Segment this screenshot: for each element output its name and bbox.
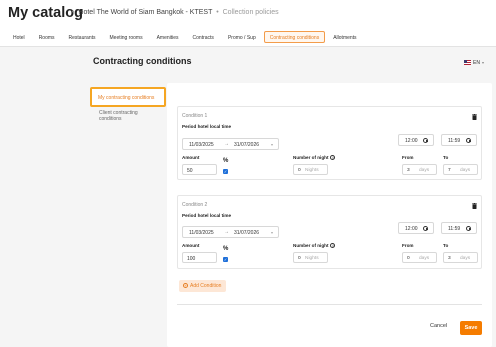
clock-icon (466, 138, 471, 143)
uk-flag-icon (464, 60, 471, 65)
nights-label-text: Number of night (293, 155, 329, 160)
plus-circle-icon: + (183, 283, 188, 289)
breadcrumb: • Hotel The World of Siam Bangkok - KTES… (70, 9, 279, 16)
from-value: 0 (407, 256, 410, 261)
period-label: Period hotel local time (182, 213, 232, 218)
amount-label: Amount (182, 155, 200, 160)
to-value: 7 (448, 168, 451, 173)
sidebar-item-client-conditions[interactable]: Client contracting conditions (99, 110, 159, 122)
app-header: My catalog • Hotel The World of Siam Ban… (0, 0, 496, 30)
clock-icon (423, 138, 428, 143)
tab-allotments[interactable]: Allotments (327, 31, 362, 43)
percent-checkbox[interactable]: ✓ (223, 169, 228, 174)
days-unit: days (460, 256, 471, 261)
condition-title: Condition 2 (182, 202, 208, 208)
nights-label: Number of night i (293, 155, 336, 161)
language-label: EN (473, 59, 480, 66)
info-icon[interactable]: i (330, 155, 336, 161)
date-range-input[interactable]: 11/03/2025 → 31/07/2026 ▾ (182, 226, 279, 238)
time-value: 12:00 (405, 138, 418, 144)
tab-promo-sup[interactable]: Promo / Sup (222, 31, 262, 43)
arrow-right-icon: → (224, 141, 229, 147)
nights-input[interactable]: 0 Nights (293, 252, 328, 263)
clock-icon (423, 226, 428, 231)
nights-value: 0 (298, 256, 301, 261)
days-unit: days (419, 256, 430, 261)
condition-card: Condition 1 Period hotel local time 11/0… (177, 106, 482, 180)
add-condition-label: Add Condition (190, 283, 222, 289)
from-label: From (402, 155, 414, 160)
time-value: 11:59 (448, 138, 461, 144)
nights-input[interactable]: 0 Nights (293, 164, 328, 175)
percent-checkbox[interactable]: ✓ (223, 257, 228, 262)
amount-input[interactable]: 100 (182, 252, 217, 263)
clock-icon (466, 226, 471, 231)
chevron-down-icon: ▾ (481, 60, 484, 65)
percent-label: % (223, 246, 229, 252)
end-date: 31/07/2026 (234, 142, 260, 148)
days-unit: days (419, 168, 430, 173)
tab-rooms[interactable]: Rooms (33, 31, 61, 43)
tab-restaurants[interactable]: Restaurants (63, 31, 102, 43)
time-to-input[interactable]: 11:59 (441, 134, 477, 146)
breadcrumb-hotel[interactable]: Hotel The World of Siam Bangkok - KTEST (78, 9, 212, 16)
footer-divider (177, 304, 482, 305)
to-value: 3 (448, 256, 451, 261)
time-value: 11:59 (448, 226, 461, 232)
breadcrumb-section: Collection policies (222, 9, 279, 16)
nights-label-text: Number of night (293, 243, 329, 248)
end-date: 31/07/2026 (234, 230, 260, 236)
tab-contracting-conditions[interactable]: Contracting conditions (263, 31, 326, 43)
tab-hotel[interactable]: Hotel (7, 31, 31, 43)
tab-amenities[interactable]: Amenities (151, 31, 185, 43)
time-from-input[interactable]: 12:00 (398, 134, 434, 146)
date-range-input[interactable]: 11/03/2025 → 31/07/2026 ▾ (182, 138, 279, 150)
amount-value: 50 (187, 168, 193, 174)
to-label: To (443, 243, 449, 248)
amount-input[interactable]: 50 (182, 164, 217, 175)
trash-icon[interactable] (472, 114, 477, 120)
time-to-input[interactable]: 11:59 (441, 222, 477, 234)
start-date: 11/03/2025 (189, 142, 214, 148)
amount-label: Amount (182, 243, 200, 248)
sidebar-item-my-conditions[interactable]: My contracting conditions (90, 87, 166, 107)
to-days-input[interactable]: 3 days (443, 252, 478, 263)
condition-card: Condition 2 Period hotel local time 11/0… (177, 195, 482, 269)
cancel-button[interactable]: Cancel (430, 323, 447, 329)
period-label: Period hotel local time (182, 124, 232, 129)
tab-meeting-rooms[interactable]: Meeting rooms (104, 31, 149, 43)
chevron-down-icon: ▾ (271, 142, 274, 147)
breadcrumb-separator: • (216, 9, 219, 16)
tab-bar: Hotel Rooms Restaurants Meeting rooms Am… (7, 31, 365, 43)
info-icon[interactable]: i (330, 243, 336, 249)
sidebar-item-label: My contracting conditions (98, 95, 155, 101)
from-days-input[interactable]: 0 days (402, 252, 437, 263)
condition-title: Condition 1 (182, 113, 208, 119)
time-value: 12:00 (405, 226, 418, 232)
language-selector[interactable]: EN ▾ (464, 58, 484, 67)
chevron-down-icon: ▾ (271, 230, 274, 235)
nights-value: 0 (298, 168, 301, 173)
add-condition-button[interactable]: + Add Condition (179, 280, 226, 292)
arrow-right-icon: → (224, 229, 229, 235)
from-label: From (402, 243, 414, 248)
page-title: Contracting conditions (93, 56, 192, 66)
days-unit: days (460, 168, 471, 173)
from-value: 3 (407, 168, 410, 173)
amount-value: 100 (187, 256, 196, 262)
save-button[interactable]: Save (460, 321, 482, 335)
to-days-input[interactable]: 7 days (443, 164, 478, 175)
nights-unit: Nights (305, 168, 319, 173)
start-date: 11/03/2025 (189, 230, 214, 236)
percent-label: % (223, 158, 229, 164)
time-from-input[interactable]: 12:00 (398, 222, 434, 234)
tab-contracts[interactable]: Contracts (187, 31, 220, 43)
breadcrumb-separator: • (72, 9, 75, 16)
nights-unit: Nights (305, 256, 319, 261)
from-days-input[interactable]: 3 days (402, 164, 437, 175)
trash-icon[interactable] (472, 203, 477, 209)
nights-label: Number of night i (293, 243, 336, 249)
to-label: To (443, 155, 449, 160)
